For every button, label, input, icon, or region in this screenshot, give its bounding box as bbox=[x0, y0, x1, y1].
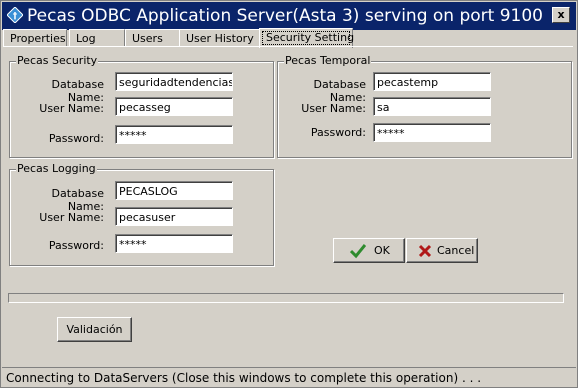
ok-button[interactable]: OK bbox=[333, 238, 405, 263]
group-title: Pecas Security bbox=[16, 54, 99, 67]
tab-label: Users bbox=[132, 32, 163, 45]
group-title: Pecas Temporal bbox=[284, 54, 372, 67]
password-label: Password: bbox=[48, 239, 104, 252]
tab-properties[interactable]: Properties bbox=[3, 29, 67, 47]
password-label: Password: bbox=[48, 132, 104, 145]
validacion-button[interactable]: Validación bbox=[57, 317, 132, 342]
logging-password-input[interactable]: ***** bbox=[115, 234, 233, 253]
password-label: Password: bbox=[310, 126, 366, 139]
ok-label: OK bbox=[374, 244, 390, 257]
check-icon bbox=[349, 243, 367, 262]
group-title: Pecas Logging bbox=[16, 162, 97, 175]
security-database-input[interactable]: seguridadtendencias bbox=[115, 72, 233, 91]
title-bar[interactable]: † Pecas ODBC Application Server(Asta 3) … bbox=[2, 2, 576, 30]
validacion-label: Validación bbox=[66, 323, 123, 336]
user-name-label: User Name: bbox=[39, 211, 104, 224]
temporal-database-input[interactable]: pecastemp bbox=[373, 72, 491, 91]
diamond-app-icon[interactable]: † bbox=[6, 6, 24, 24]
pecas-temporal-group: Pecas Temporal Database Name: pecastemp … bbox=[277, 54, 572, 158]
tab-label: Security Setting bbox=[266, 31, 355, 44]
status-text: Connecting to DataServers (Close this wi… bbox=[6, 371, 482, 385]
tab-users[interactable]: Users bbox=[125, 29, 187, 47]
database-name-label: Database Name: bbox=[51, 187, 105, 213]
logging-user-input[interactable]: pecasuser bbox=[115, 207, 233, 226]
status-bar: Connecting to DataServers (Close this wi… bbox=[2, 367, 576, 387]
tab-log[interactable]: Log bbox=[69, 29, 125, 47]
security-user-input[interactable]: pecasseg bbox=[115, 97, 233, 116]
pecas-logging-group: Pecas Logging Database Name: PECASLOG Us… bbox=[9, 162, 274, 266]
tab-label: Properties bbox=[10, 32, 66, 45]
close-icon: x bbox=[557, 8, 565, 21]
tab-label: Log bbox=[76, 32, 96, 45]
cancel-label: Cancel bbox=[437, 244, 475, 257]
app-window: † Pecas ODBC Application Server(Asta 3) … bbox=[0, 0, 578, 388]
temporal-password-input[interactable]: ***** bbox=[373, 123, 491, 142]
window-title: Pecas ODBC Application Server(Asta 3) se… bbox=[27, 6, 543, 26]
database-name-label: Database Name: bbox=[313, 78, 367, 104]
tab-user-history[interactable]: User History bbox=[179, 29, 261, 47]
tab-security-setting[interactable]: Security Setting bbox=[259, 28, 355, 48]
logging-database-input[interactable]: PECASLOG bbox=[115, 181, 233, 200]
database-name-label: Database Name: bbox=[51, 78, 105, 104]
user-name-label: User Name: bbox=[39, 102, 104, 115]
user-name-label: User Name: bbox=[301, 102, 366, 115]
cancel-button[interactable]: Cancel bbox=[406, 238, 478, 263]
x-icon bbox=[418, 244, 432, 261]
pecas-security-group: Pecas Security Database Name: seguridadt… bbox=[9, 54, 274, 158]
tab-strip: Properties Log Users User History Securi… bbox=[3, 28, 573, 48]
temporal-user-input[interactable]: sa bbox=[373, 97, 491, 116]
tab-panel-top-edge bbox=[3, 46, 573, 48]
security-password-input[interactable]: ***** bbox=[115, 125, 233, 144]
close-button[interactable]: x bbox=[552, 7, 570, 23]
svg-text:†: † bbox=[13, 12, 18, 22]
connection-progress-bar bbox=[8, 293, 564, 303]
tab-label: User History bbox=[186, 32, 254, 45]
